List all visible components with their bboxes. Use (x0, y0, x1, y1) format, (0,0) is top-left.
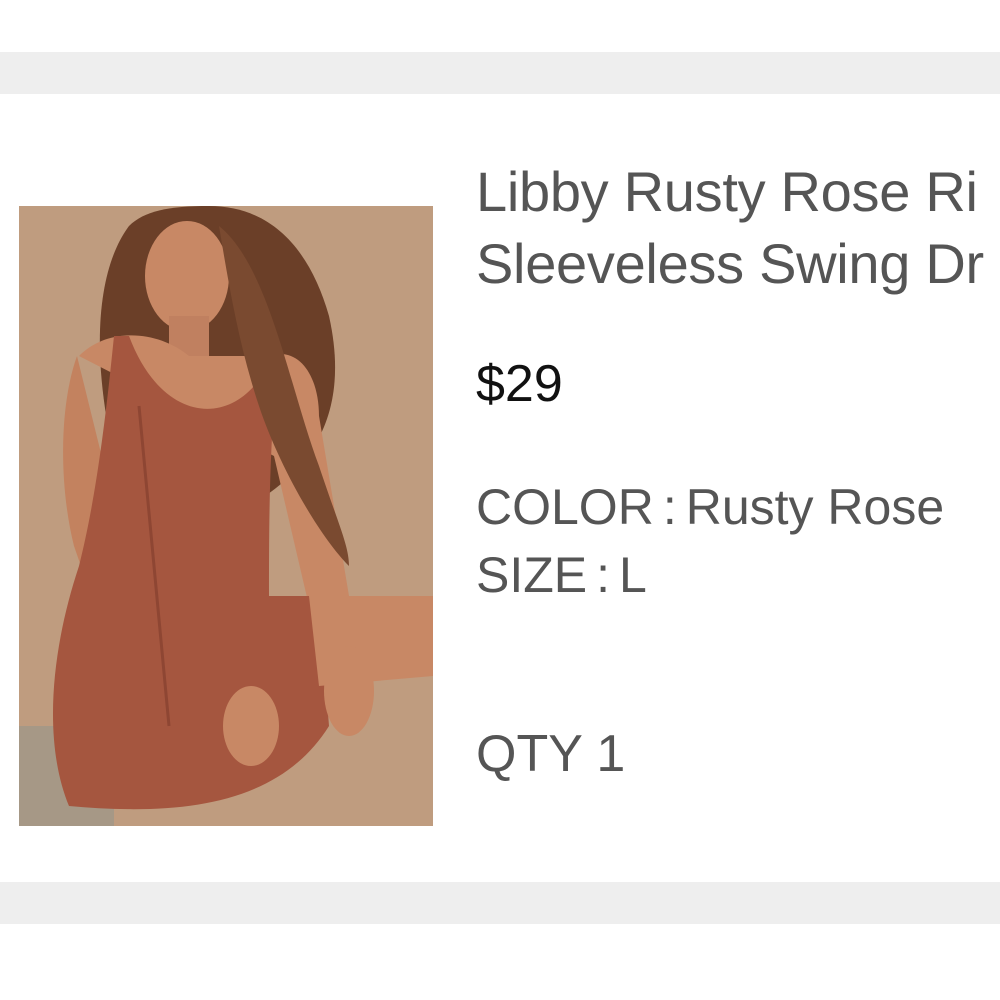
qty-label: QTY (476, 725, 582, 783)
cart-item-card: Libby Rusty Rose Ri Sleeveless Swing Dr … (0, 94, 1000, 882)
qty-value: 1 (596, 725, 626, 783)
product-title-line-1[interactable]: Libby Rusty Rose Ri (476, 156, 1000, 228)
product-photo-illustration (19, 206, 433, 826)
product-size: SIZE: L (476, 546, 647, 604)
product-image[interactable] (19, 206, 433, 826)
cart-page: Libby Rusty Rose Ri Sleeveless Swing Dr … (0, 0, 1000, 1000)
product-quantity: QTY 1 (476, 724, 625, 784)
product-title-line-2[interactable]: Sleeveless Swing Dr (476, 228, 1000, 300)
face (145, 221, 229, 331)
left-hand (324, 646, 374, 736)
product-price: $29 (476, 355, 563, 413)
right-hand (223, 686, 279, 766)
color-separator: : (662, 479, 677, 535)
color-label: COLOR (476, 479, 654, 535)
section-divider-top (0, 52, 1000, 94)
section-divider-bottom (0, 882, 1000, 924)
size-label: SIZE (476, 547, 588, 603)
color-value: Rusty Rose (685, 479, 945, 535)
size-separator: : (596, 547, 611, 603)
size-value: L (619, 547, 647, 603)
product-details: Libby Rusty Rose Ri Sleeveless Swing Dr … (476, 156, 1000, 816)
product-color: COLOR: Rusty Rose (476, 478, 944, 536)
